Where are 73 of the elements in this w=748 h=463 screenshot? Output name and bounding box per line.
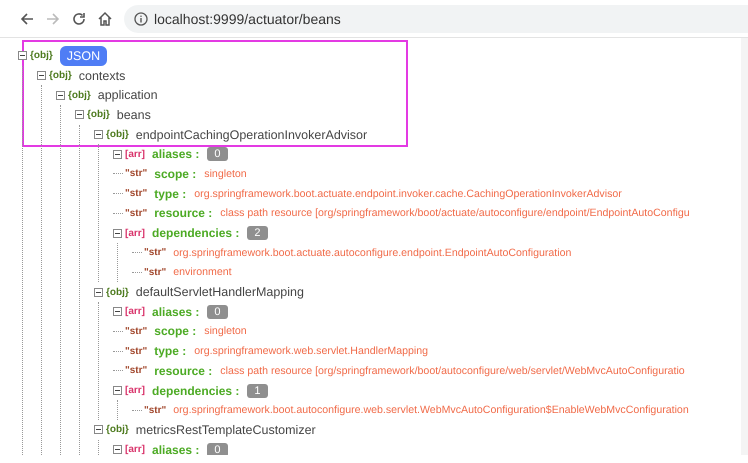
value-text: environment xyxy=(173,266,232,278)
type-tag: {obj} xyxy=(106,424,129,436)
type-tag: [arr] xyxy=(125,385,146,396)
value-text: class path resource [org/springframework/boot/actuate/autoconfigure/endpoint/EndpointAutoConfigu xyxy=(220,207,690,220)
count-badge: 0 xyxy=(207,442,228,455)
collapse-icon[interactable] xyxy=(113,386,122,396)
property-key[interactable]: type : xyxy=(154,186,186,201)
value-text: singleton xyxy=(204,168,247,180)
count-badge: 1 xyxy=(247,384,268,398)
collapse-icon[interactable] xyxy=(113,228,122,238)
property-key[interactable]: scope : xyxy=(154,324,196,338)
collapse-icon[interactable] xyxy=(113,445,122,454)
type-tag: "str" xyxy=(125,208,148,219)
node-key[interactable]: application xyxy=(98,88,158,102)
type-tag: "str" xyxy=(125,365,148,376)
type-tag: "str" xyxy=(144,266,166,278)
type-tag: "str" xyxy=(125,188,148,200)
value-text: org.springframework.boot.actuate.endpoint.invoker.cache.CachingOperationInvokerAdvisor xyxy=(194,188,622,200)
property-key[interactable]: dependencies : xyxy=(152,226,240,240)
collapse-icon[interactable] xyxy=(113,150,122,159)
type-tag: "str" xyxy=(144,247,166,258)
collapse-icon[interactable] xyxy=(94,288,103,297)
type-tag: "str" xyxy=(125,326,148,337)
collapse-icon[interactable] xyxy=(56,90,65,100)
property-key[interactable]: aliases : xyxy=(152,442,200,455)
scrollbar-track[interactable] xyxy=(741,38,748,455)
property-key[interactable]: resource : xyxy=(154,364,212,378)
forward-arrow-icon xyxy=(45,10,61,26)
property-key[interactable]: resource : xyxy=(154,206,212,220)
node-key[interactable]: defaultServletHandlerMapping xyxy=(136,285,304,300)
type-tag: {obj} xyxy=(68,90,91,101)
home-icon xyxy=(97,10,113,26)
node-key[interactable]: metricsRestTemplateCustomizer xyxy=(136,422,316,437)
property-key[interactable]: aliases : xyxy=(152,304,200,319)
collapse-icon[interactable] xyxy=(18,51,27,60)
type-tag: [arr] xyxy=(125,228,146,239)
value-text: org.springframework.boot.autoconfigure.web.servlet.WebMvcAutoConfiguration$EnableWebMvcConfiguration xyxy=(173,404,689,416)
collapse-icon[interactable] xyxy=(75,110,84,120)
type-tag: {obj} xyxy=(87,109,110,120)
collapse-icon[interactable] xyxy=(94,425,103,434)
type-tag: {obj} xyxy=(106,129,129,140)
type-tag: [arr] xyxy=(125,444,146,455)
node-key[interactable]: JSON xyxy=(60,46,108,66)
collapse-icon[interactable] xyxy=(113,307,122,316)
type-tag: "str" xyxy=(144,404,166,416)
count-badge: 0 xyxy=(207,304,228,319)
value-text: singleton xyxy=(204,325,247,338)
node-key[interactable]: beans xyxy=(116,108,151,122)
reload-icon xyxy=(71,10,87,26)
property-key[interactable]: dependencies : xyxy=(152,384,240,398)
collapse-icon[interactable] xyxy=(94,130,103,140)
type-tag: "str" xyxy=(125,168,148,180)
type-tag: [arr] xyxy=(125,306,146,318)
value-text: org.springframework.web.servlet.HandlerMapping xyxy=(194,345,428,358)
type-tag: {obj} xyxy=(106,286,129,298)
address-bar[interactable]: localhost:9999/actuator/beans xyxy=(124,4,748,32)
type-tag: {obj} xyxy=(30,50,53,62)
type-tag: "str" xyxy=(125,346,148,357)
property-key[interactable]: scope : xyxy=(154,166,196,181)
node-key[interactable]: endpointCachingOperationInvokerAdvisor xyxy=(136,128,368,142)
value-text: class path resource [org/springframework/boot/autoconfigure/web/servlet/WebMvcAutoConfiguratio xyxy=(220,364,685,377)
property-key[interactable]: aliases : xyxy=(152,147,200,162)
count-badge: 2 xyxy=(247,226,268,240)
value-text: org.springframework.boot.actuate.autoconfigure.endpoint.EndpointAutoConfiguration xyxy=(173,246,572,259)
info-icon[interactable] xyxy=(134,12,148,26)
count-badge: 0 xyxy=(207,147,228,162)
collapse-icon[interactable] xyxy=(37,71,46,80)
type-tag: {obj} xyxy=(49,70,72,82)
back-arrow-icon xyxy=(19,10,35,26)
node-key[interactable]: contexts xyxy=(78,68,126,83)
property-key[interactable]: type : xyxy=(154,344,186,358)
type-tag: [arr] xyxy=(125,148,146,160)
url-text: localhost:9999/actuator/beans xyxy=(154,10,341,26)
